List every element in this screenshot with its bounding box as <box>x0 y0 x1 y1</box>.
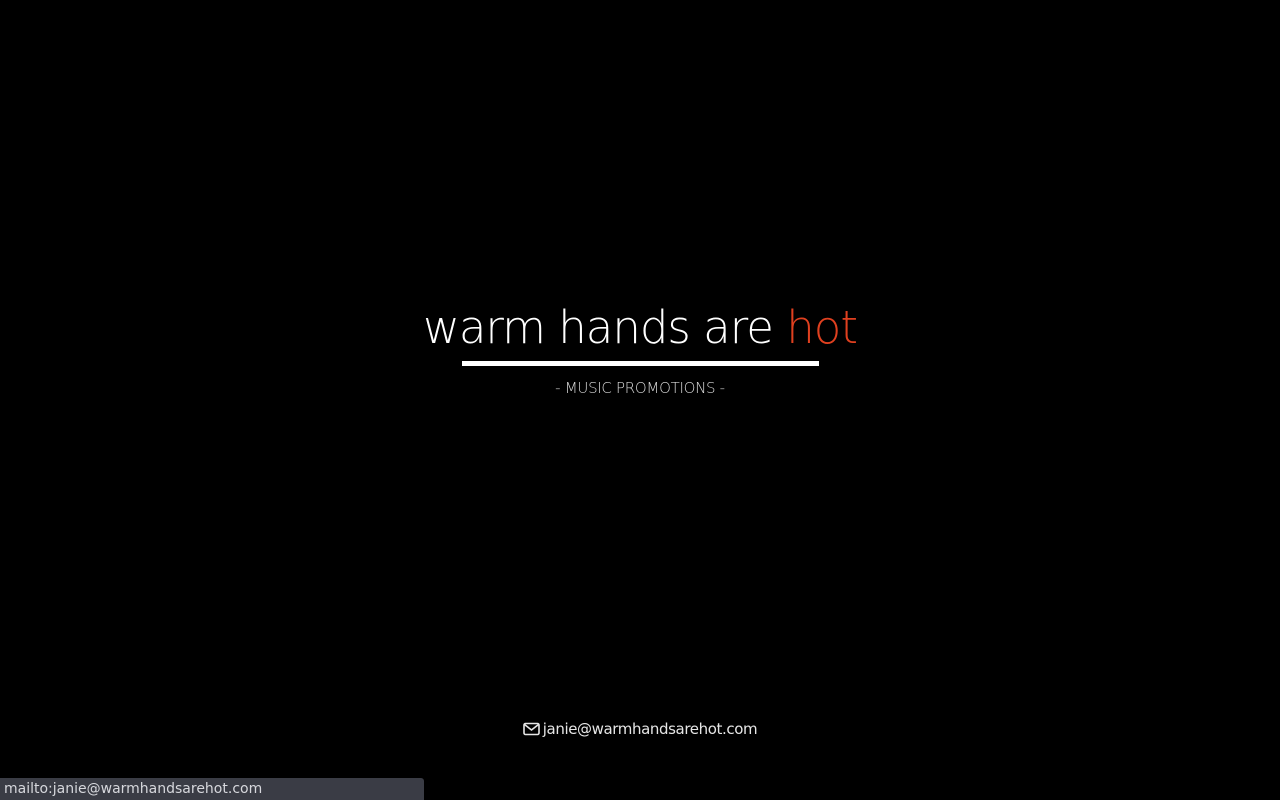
site-title-accent: hot <box>786 301 858 354</box>
site-title-main: warm hands are <box>423 301 787 354</box>
email-link[interactable]: janie@warmhandsarehot.com <box>522 720 758 738</box>
tagline: - MUSIC PROMOTIONS - <box>555 379 725 397</box>
title-underline <box>461 361 819 366</box>
email-address: janie@warmhandsarehot.com <box>542 720 758 738</box>
envelope-icon <box>522 722 540 736</box>
hero: warm hands are hot - MUSIC PROMOTIONS - <box>0 300 1280 397</box>
landing-page: warm hands are hot - MUSIC PROMOTIONS - … <box>0 0 1280 800</box>
browser-status-bar: mailto:janie@warmhandsarehot.com <box>0 778 424 800</box>
contact-section: janie@warmhandsarehot.com <box>0 720 1280 740</box>
site-title: warm hands are hot <box>0 300 1280 356</box>
